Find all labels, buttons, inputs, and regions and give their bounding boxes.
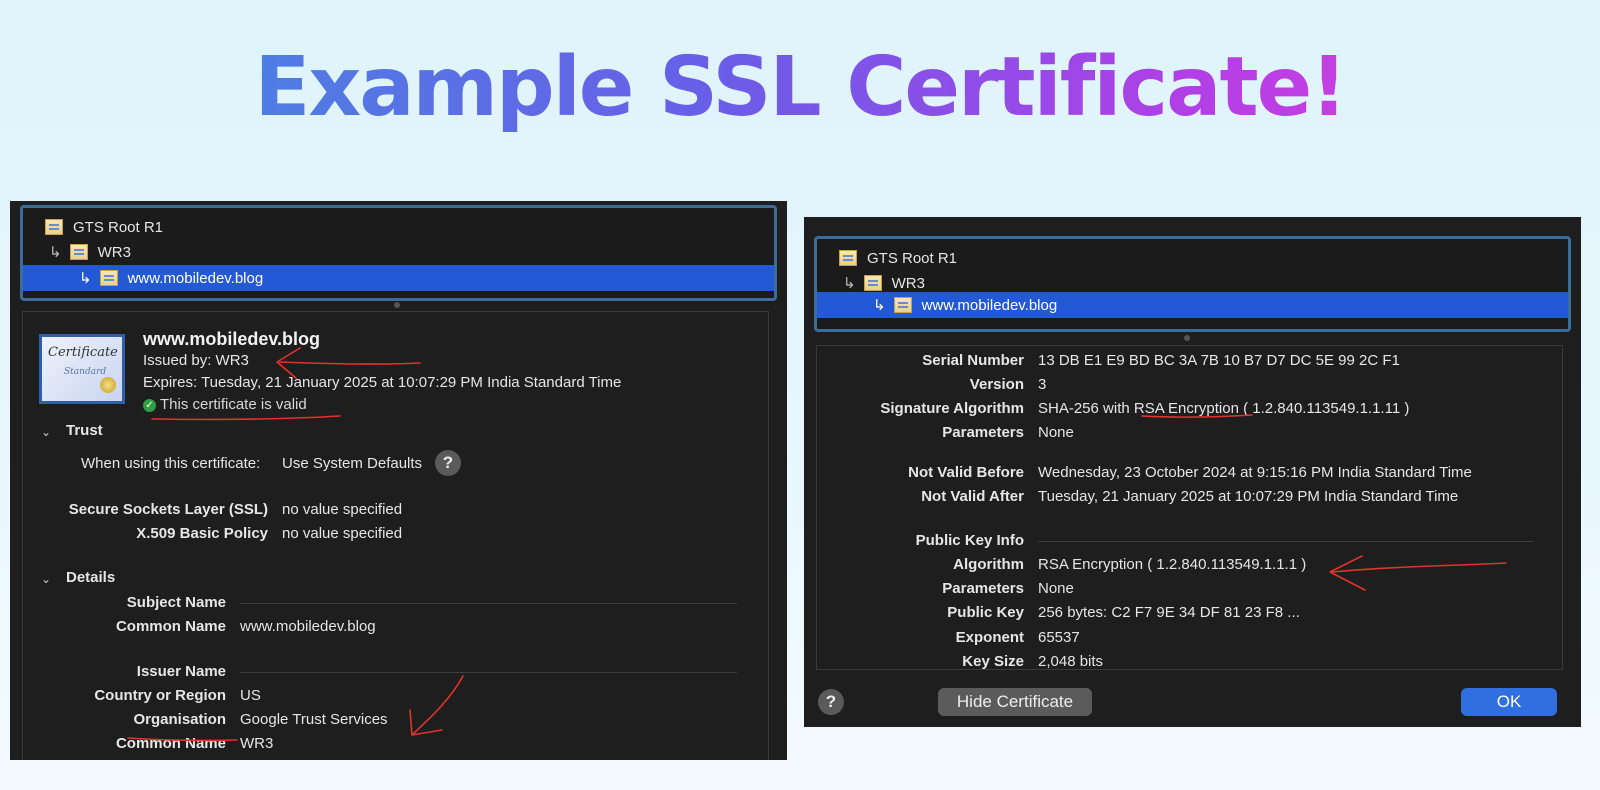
parameters-value: None	[1038, 424, 1074, 441]
exponent-value: 65537	[1038, 629, 1080, 646]
version-label: Version	[969, 376, 1024, 393]
chain-item-leaf[interactable]: ↳ www.mobiledev.blog	[23, 265, 774, 291]
validity-text: This certificate is valid	[160, 396, 307, 413]
checkmark-icon: ✓	[143, 398, 156, 412]
trust-using-value[interactable]: Use System Defaults	[282, 455, 422, 472]
ssl-label: Secure Sockets Layer (SSL)	[68, 501, 268, 518]
certificate-icon	[893, 297, 912, 313]
certificate-icon	[45, 219, 63, 235]
public-key-label: Public Key	[947, 604, 1024, 621]
serial-number-value: 13 DB E1 E9 BD BC 3A 7B 10 B7 D7 DC 5E 9…	[1038, 352, 1400, 369]
organisation-label: Organisation	[133, 711, 226, 728]
issuer-name-label: Issuer Name	[136, 663, 226, 680]
certificate-icon	[839, 250, 857, 266]
certificate-icon	[99, 270, 118, 286]
chain-item-root[interactable]: GTS Root R1	[817, 245, 1568, 271]
chain-item-label: WR3	[97, 243, 131, 261]
public-key-divider	[1038, 541, 1533, 542]
tree-branch-icon: ↳	[49, 244, 62, 261]
ssl-value[interactable]: no value specified	[282, 501, 402, 518]
serial-number-label: Serial Number	[922, 352, 1024, 369]
chain-item-leaf[interactable]: ↳ www.mobiledev.blog	[817, 292, 1568, 318]
help-icon[interactable]: ?	[435, 450, 461, 476]
chain-item-label: www.mobiledev.blog	[921, 296, 1058, 314]
tree-branch-icon: ↳	[843, 275, 856, 292]
parameters-2-label: Parameters	[942, 580, 1024, 597]
certificate-chain: GTS Root R1 ↳ WR3 ↳ www.mobiledev.blog	[814, 236, 1571, 332]
key-size-label: Key Size	[962, 653, 1024, 670]
common-name-value: www.mobiledev.blog	[240, 618, 376, 635]
subject-divider	[240, 603, 737, 604]
expires: Expires: Tuesday, 21 January 2025 at 10:…	[143, 374, 622, 391]
subject-name-label: Subject Name	[126, 594, 226, 611]
certificate-details-pane: Certificate Standard www.mobiledev.blog …	[22, 311, 769, 760]
slide-title: Example SSL Certificate!	[0, 40, 1600, 135]
parameters-label: Parameters	[942, 424, 1024, 441]
public-key-info-label: Public Key Info	[915, 532, 1024, 549]
chain-item-root[interactable]: GTS Root R1	[23, 214, 774, 240]
trust-section-header[interactable]: Trust	[66, 422, 103, 439]
not-valid-after-label: Not Valid After	[921, 488, 1024, 505]
issuer-common-name-value: WR3	[240, 735, 274, 752]
tree-branch-icon: ↳	[79, 270, 92, 287]
algorithm-label: Algorithm	[953, 556, 1024, 573]
certificate-name: www.mobiledev.blog	[143, 329, 321, 349]
chain-item-label: www.mobiledev.blog	[127, 269, 264, 287]
ok-button[interactable]: OK	[1461, 688, 1557, 716]
tree-branch-icon: ↳	[873, 297, 886, 314]
certificate-fields-pane: Serial Number 13 DB E1 E9 BD BC 3A 7B 10…	[816, 345, 1563, 670]
right-certificate-window: GTS Root R1 ↳ WR3 ↳ www.mobiledev.blog S…	[804, 217, 1581, 727]
signature-algorithm-value: SHA-256 with RSA Encryption ( 1.2.840.11…	[1038, 400, 1410, 417]
certificate-icon	[69, 244, 88, 260]
country-value: US	[240, 687, 261, 704]
key-size-value: 2,048 bits	[1038, 653, 1104, 670]
issuer-common-name-label: Common Name	[115, 735, 226, 752]
trust-using-label: When using this certificate:	[81, 455, 261, 472]
chain-item-label: GTS Root R1	[73, 218, 164, 236]
chevron-down-icon[interactable]: ⌄	[41, 425, 51, 439]
help-icon[interactable]: ?	[818, 689, 844, 715]
split-divider-handle[interactable]	[1184, 335, 1190, 341]
left-certificate-window: GTS Root R1 ↳ WR3 ↳ www.mobiledev.blog C…	[10, 201, 787, 760]
certificate-chain: GTS Root R1 ↳ WR3 ↳ www.mobiledev.blog	[20, 205, 777, 301]
hide-certificate-button[interactable]: Hide Certificate	[938, 688, 1092, 716]
country-label: Country or Region	[94, 687, 226, 704]
large-certificate-icon: Certificate Standard	[39, 334, 125, 404]
chevron-down-icon[interactable]: ⌄	[41, 572, 51, 586]
organisation-value: Google Trust Services	[240, 711, 388, 728]
public-key-value: 256 bytes: C2 F7 9E 34 DF 81 23 F8 ...	[1038, 604, 1300, 621]
chain-item-intermediate[interactable]: ↳ WR3	[23, 239, 774, 265]
exponent-label: Exponent	[955, 629, 1024, 646]
algorithm-value: RSA Encryption ( 1.2.840.113549.1.1.1 )	[1038, 556, 1307, 573]
issuer-divider	[240, 672, 737, 673]
signature-algorithm-label: Signature Algorithm	[880, 400, 1024, 417]
chain-item-label: GTS Root R1	[867, 249, 958, 267]
issued-by: Issued by: WR3	[143, 352, 249, 369]
common-name-label: Common Name	[115, 618, 226, 635]
version-value: 3	[1038, 376, 1047, 393]
not-valid-after-value: Tuesday, 21 January 2025 at 10:07:29 PM …	[1038, 488, 1459, 505]
not-valid-before-value: Wednesday, 23 October 2024 at 9:15:16 PM…	[1038, 464, 1472, 481]
not-valid-before-label: Not Valid Before	[908, 464, 1024, 481]
x509-value[interactable]: no value specified	[282, 525, 402, 542]
validity-status: ✓ This certificate is valid	[143, 396, 307, 413]
split-divider-handle[interactable]	[394, 302, 400, 308]
x509-label: X.509 Basic Policy	[136, 525, 268, 542]
certificate-icon	[863, 275, 882, 291]
details-section-header[interactable]: Details	[66, 569, 115, 586]
chain-item-label: WR3	[891, 274, 925, 292]
parameters-2-value: None	[1038, 580, 1074, 597]
